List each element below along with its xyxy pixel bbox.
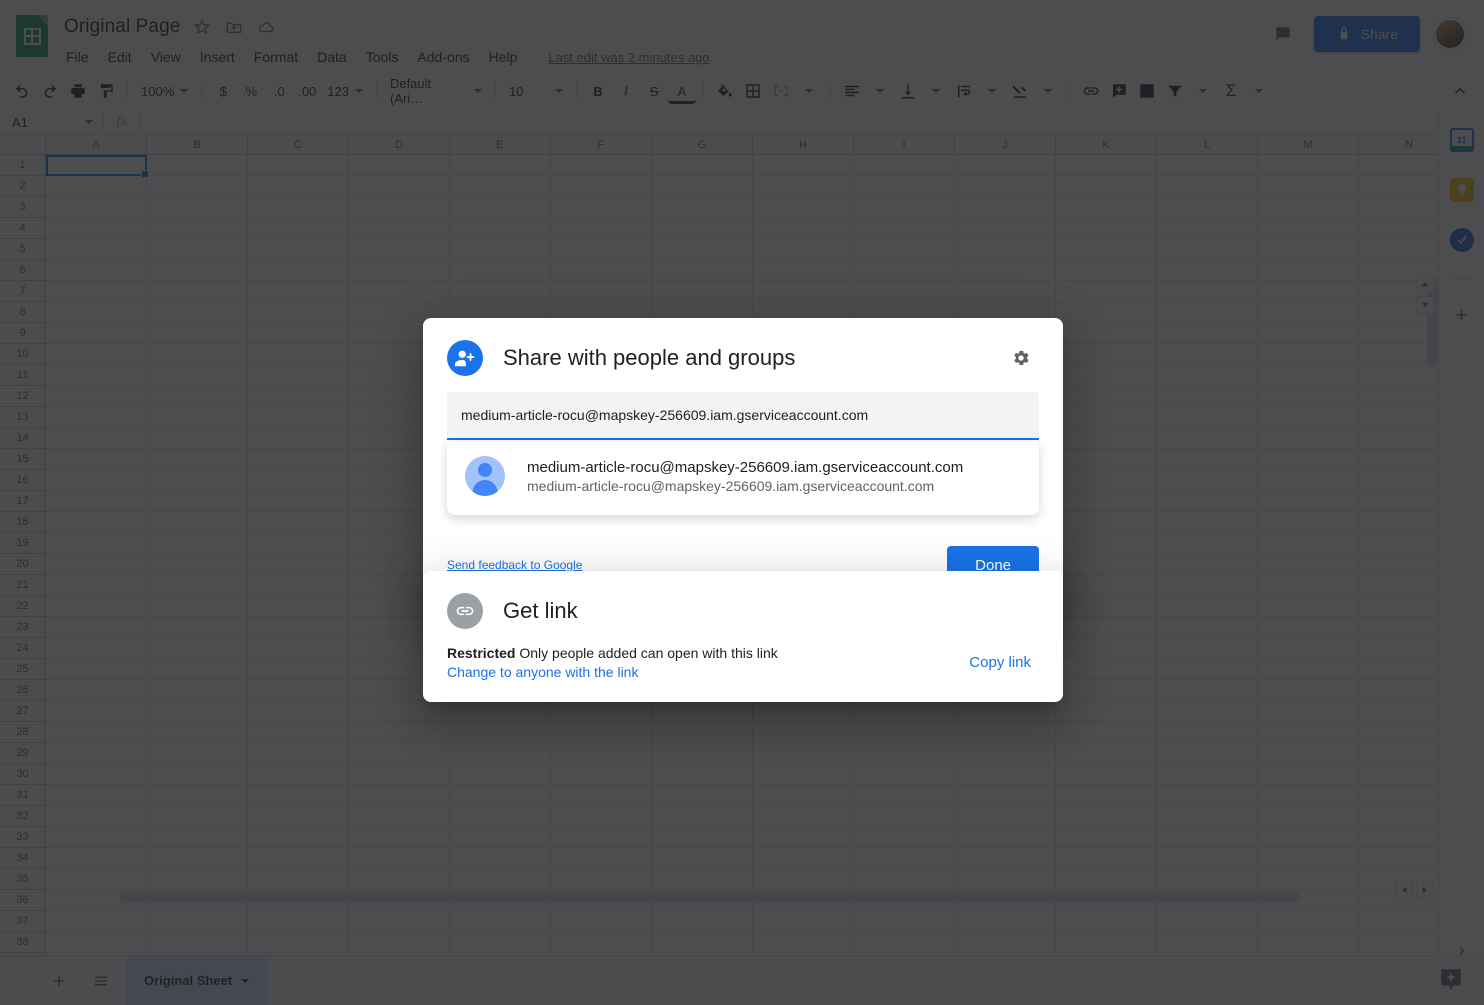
get-link-body: Restricted Only people added can open wi…: [447, 645, 1039, 680]
share-email-input[interactable]: [447, 392, 1039, 440]
share-input-wrapper: [447, 392, 1039, 440]
get-link-card: Get link Restricted Only people added ca…: [423, 571, 1063, 702]
link-status-row: Restricted Only people added can open wi…: [447, 645, 778, 661]
copy-link-button[interactable]: Copy link: [969, 654, 1039, 671]
link-status-badge: Restricted: [447, 645, 516, 661]
share-dialog-title: Share with people and groups: [503, 345, 796, 370]
share-modal-layer: Share with people and groups Send feedba…: [0, 0, 1484, 1005]
person-avatar-icon: [465, 456, 505, 496]
sheets-app-window: Original Page File Edit View Insert Form…: [0, 0, 1484, 1005]
email-suggestion-dropdown: medium-article-rocu@mapskey-256609.iam.g…: [447, 441, 1039, 515]
link-status-description: Only people added can open with this lin…: [519, 645, 778, 661]
suggestion-primary-text: medium-article-rocu@mapskey-256609.iam.g…: [527, 458, 964, 476]
get-link-title: Get link: [503, 598, 578, 623]
get-link-header: Get link: [447, 593, 1039, 629]
link-icon: [447, 593, 483, 629]
send-feedback-link[interactable]: Send feedback to Google: [447, 558, 582, 572]
gear-icon: [1014, 350, 1029, 365]
settings-gear-button[interactable]: [1003, 340, 1039, 376]
suggestion-item[interactable]: medium-article-rocu@mapskey-256609.iam.g…: [447, 447, 1039, 505]
suggestion-secondary-text: medium-article-rocu@mapskey-256609.iam.g…: [527, 477, 935, 494]
change-link-access-link[interactable]: Change to anyone with the link: [447, 664, 778, 680]
person-add-icon: [447, 340, 483, 376]
share-dialog-header: Share with people and groups: [423, 318, 1063, 392]
